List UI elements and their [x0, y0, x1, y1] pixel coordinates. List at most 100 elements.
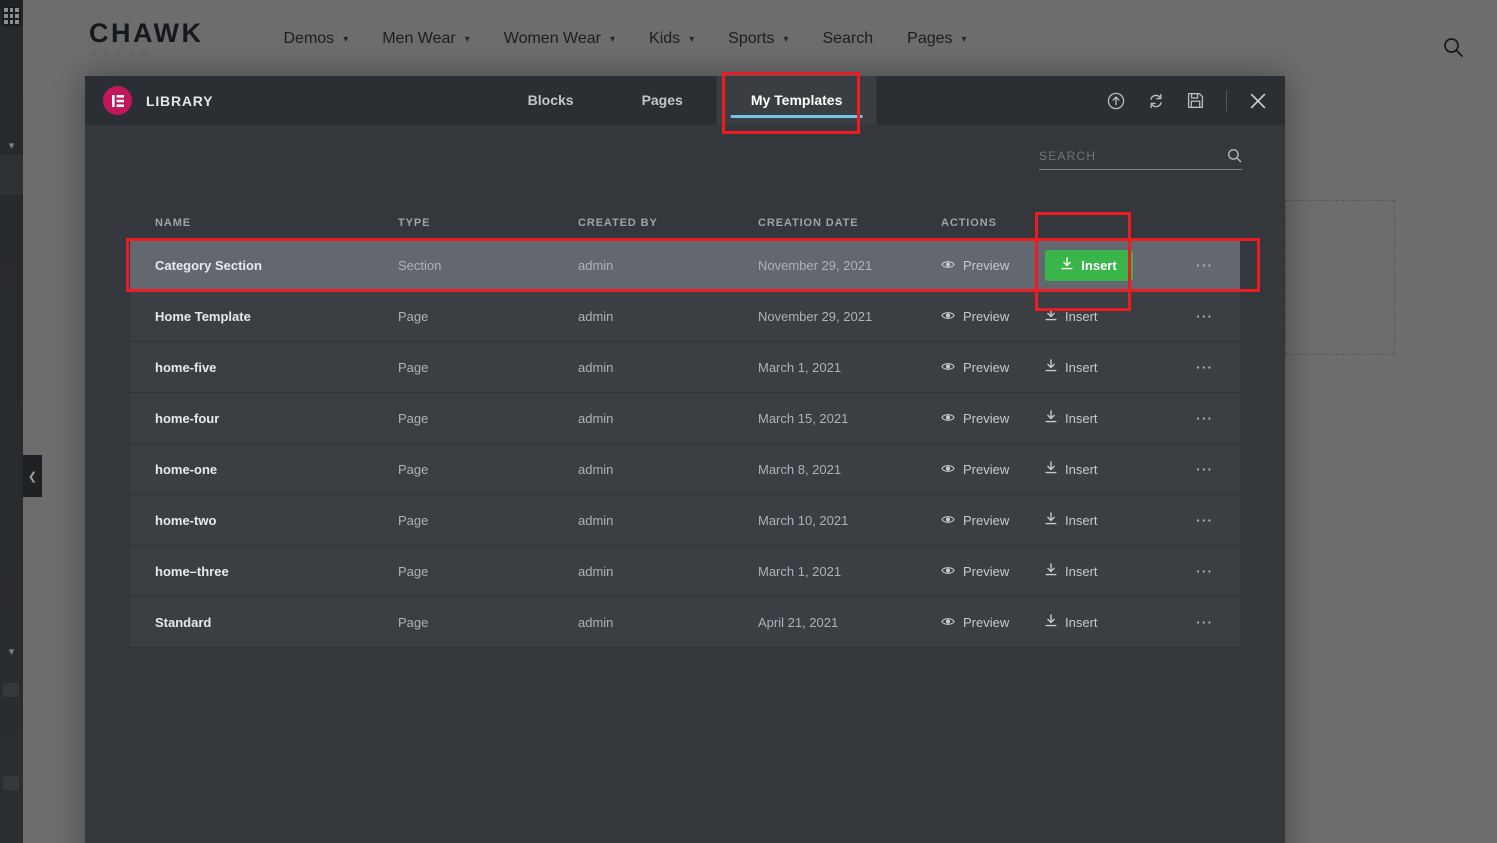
preview-button[interactable]: Preview [941, 615, 1033, 630]
cell-created-by: admin [578, 308, 614, 324]
cell-created-by: admin [578, 614, 614, 630]
nav-label: Search [822, 30, 874, 47]
cell-type: Page [398, 512, 429, 528]
cell-creation-date: March 15, 2021 [758, 410, 849, 426]
insert-button[interactable]: Insert [1045, 308, 1137, 324]
insert-button[interactable]: Insert [1045, 461, 1137, 477]
nav-label: Men Wear [382, 30, 456, 47]
sync-library-icon[interactable] [1147, 92, 1165, 110]
cell-more: ⋯ [1169, 257, 1240, 274]
cell-created-by: admin [578, 461, 614, 477]
insert-button[interactable]: Insert [1045, 512, 1137, 528]
preview-label: Preview [963, 308, 1010, 324]
cell-name: Home Template [155, 308, 251, 324]
eye-icon [941, 360, 955, 375]
insert-button[interactable]: Insert [1045, 563, 1137, 579]
nav-label: Pages [907, 30, 953, 47]
ellipsis-icon[interactable]: ⋯ [1195, 614, 1214, 631]
nav-item-men-wear[interactable]: Men Wear ▾ [382, 30, 470, 48]
screen: CHAWK BAZAR Demos ▾ Men Wear ▾ Women Wea… [0, 0, 1497, 843]
nav-label: Kids [649, 30, 681, 47]
table-row[interactable]: home–three Page admin March 1, 2021 Preview I… [130, 546, 1240, 597]
cell-actions: Preview Insert [941, 308, 1169, 324]
cell-type: Page [398, 410, 429, 426]
column-header-actions: ACTIONS [941, 217, 997, 229]
table-row[interactable]: Home Template Page admin November 29, 2021 P… [130, 291, 1240, 342]
table-row[interactable]: Category Section Section admin November 29,… [130, 240, 1240, 291]
tab-blocks[interactable]: Blocks [494, 76, 608, 125]
preview-button[interactable]: Preview [941, 564, 1033, 579]
nav-item-search[interactable]: Search [822, 30, 873, 48]
insert-label: Insert [1065, 410, 1098, 426]
nav-item-demos[interactable]: Demos ▾ [284, 30, 349, 48]
cell-creation-date: November 29, 2021 [758, 308, 873, 324]
ellipsis-icon[interactable]: ⋯ [1195, 359, 1214, 376]
table-row[interactable]: Standard Page admin April 21, 2021 Preview In… [130, 597, 1240, 648]
cell-more: ⋯ [1169, 563, 1240, 580]
nav-item-pages[interactable]: Pages ▾ [907, 30, 966, 48]
eye-icon [941, 258, 955, 273]
save-icon[interactable] [1187, 92, 1204, 109]
ellipsis-icon[interactable]: ⋯ [1195, 563, 1214, 580]
panel-block-1 [0, 155, 23, 195]
cell-more: ⋯ [1169, 359, 1240, 376]
cell-name: home-one [155, 461, 218, 477]
preview-label: Preview [963, 461, 1010, 477]
import-template-icon[interactable] [1107, 92, 1125, 110]
nav-label: Sports [728, 30, 775, 47]
cell-created-by: admin [578, 257, 614, 273]
table-row[interactable]: home-four Page admin March 15, 2021 Preview I… [130, 393, 1240, 444]
chevron-down-icon: ▾ [961, 33, 967, 45]
site-nav: Demos ▾ Men Wear ▾ Women Wear ▾ Kids ▾ S… [284, 30, 967, 48]
cell-name: Standard [155, 614, 212, 630]
cell-created-by: admin [578, 512, 614, 528]
ellipsis-icon[interactable]: ⋯ [1195, 257, 1214, 274]
ellipsis-icon[interactable]: ⋯ [1195, 410, 1214, 427]
search-input[interactable] [1039, 148, 1199, 163]
nav-item-women-wear[interactable]: Women Wear ▾ [504, 30, 615, 48]
download-icon [1045, 512, 1057, 528]
cell-actions: Preview Insert [941, 359, 1169, 375]
ellipsis-icon[interactable]: ⋯ [1195, 512, 1214, 529]
close-icon[interactable] [1249, 92, 1267, 110]
preview-button[interactable]: Preview [941, 258, 1033, 273]
panel-collapse-toggle[interactable]: ❮ [23, 455, 42, 497]
insert-label: Insert [1065, 512, 1098, 528]
ellipsis-icon[interactable]: ⋯ [1195, 461, 1214, 478]
preview-button[interactable]: Preview [941, 462, 1033, 477]
apps-grid-icon[interactable] [2, 6, 21, 26]
insert-button[interactable]: Insert [1045, 249, 1133, 281]
nav-item-sports[interactable]: Sports ▾ [728, 30, 788, 48]
table-row[interactable]: home-two Page admin March 10, 2021 Preview In… [130, 495, 1240, 546]
panel-blob-2 [3, 776, 19, 790]
insert-button[interactable]: Insert [1045, 614, 1137, 630]
tab-my-templates[interactable]: My Templates [716, 76, 877, 125]
cell-type: Page [398, 614, 429, 630]
table-row[interactable]: home-one Page admin March 8, 2021 Preview Ins… [130, 444, 1240, 495]
preview-label: Preview [963, 512, 1010, 528]
preview-button[interactable]: Preview [941, 360, 1033, 375]
cell-name: home–three [155, 563, 229, 579]
library-brand: LIBRARY [85, 86, 213, 115]
insert-button[interactable]: Insert [1045, 359, 1137, 375]
cell-creation-date: March 1, 2021 [758, 359, 842, 375]
site-search-icon[interactable] [1442, 36, 1464, 63]
table-row[interactable]: home-five Page admin March 1, 2021 Preview In… [130, 342, 1240, 393]
ellipsis-icon[interactable]: ⋯ [1195, 308, 1214, 325]
nav-item-kids[interactable]: Kids ▾ [649, 30, 694, 48]
tab-pages[interactable]: Pages [608, 76, 717, 125]
download-icon [1045, 308, 1057, 324]
preview-button[interactable]: Preview [941, 411, 1033, 426]
insert-button[interactable]: Insert [1045, 410, 1137, 426]
cell-more: ⋯ [1169, 512, 1240, 529]
search-box [1039, 148, 1242, 170]
logo-sub-text: BAZAR [91, 49, 155, 58]
cell-more: ⋯ [1169, 614, 1240, 631]
editor-panel-body [0, 0, 23, 843]
site-logo[interactable]: CHAWK BAZAR [89, 20, 204, 58]
modal-header: LIBRARY Blocks Pages My Templates [85, 76, 1285, 125]
search-icon[interactable] [1227, 148, 1242, 163]
preview-button[interactable]: Preview [941, 309, 1033, 324]
preview-button[interactable]: Preview [941, 513, 1033, 528]
cell-name: home-five [155, 359, 217, 375]
